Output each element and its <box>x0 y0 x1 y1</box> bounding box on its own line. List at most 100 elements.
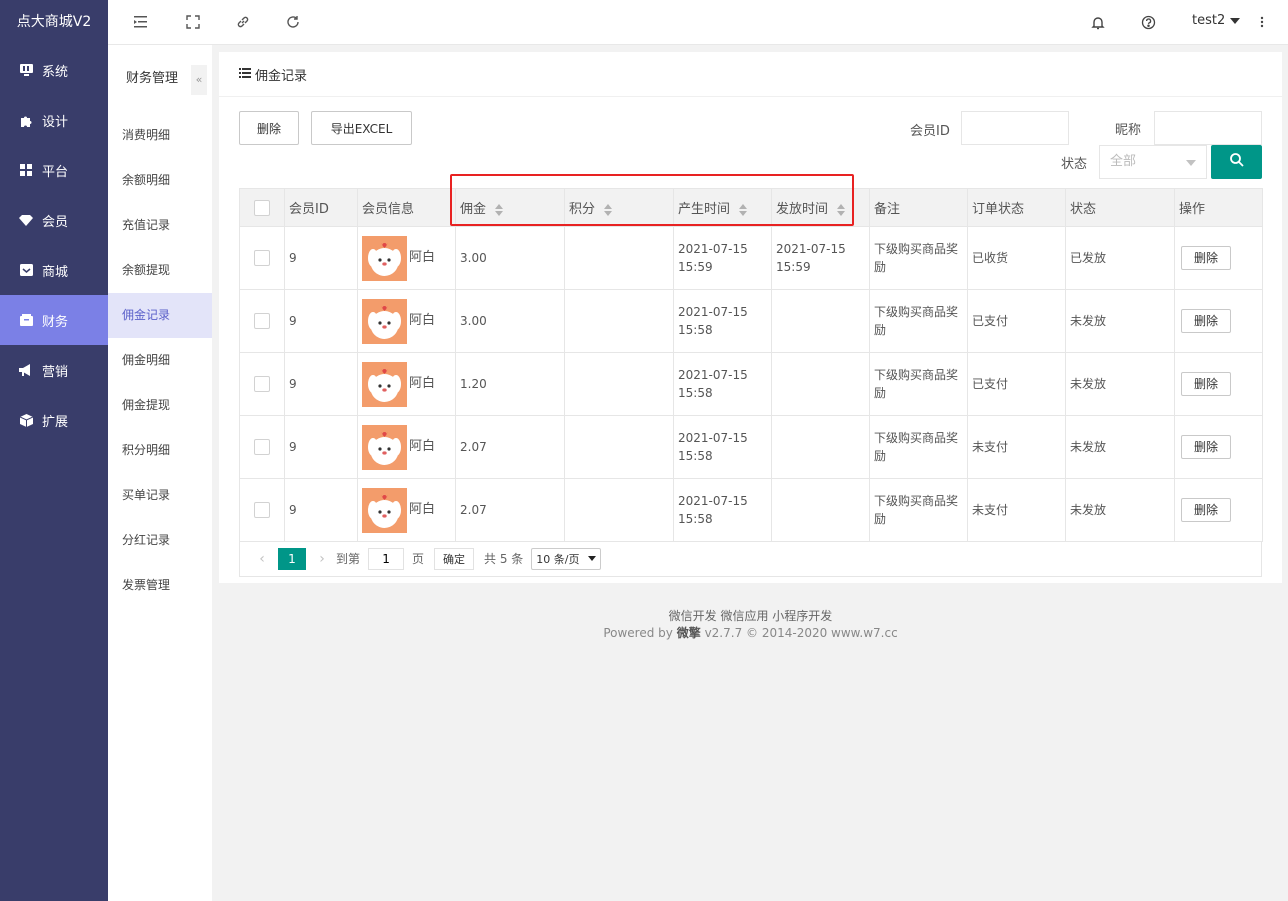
col-points-label: 积分 <box>569 202 596 217</box>
cell-points <box>564 415 674 479</box>
main-sidebar: 点大商城V2 系统设计 平台 会员商城财务 营销 扩展 <box>0 0 108 901</box>
sidebar-item-4[interactable]: 商城 <box>0 245 108 295</box>
avatar <box>362 235 407 281</box>
help-icon[interactable] <box>1139 13 1157 31</box>
sidebar-item-0[interactable]: 系统 <box>0 45 108 95</box>
row-checkbox[interactable] <box>254 502 270 518</box>
row-delete-button[interactable]: 删除 <box>1181 246 1231 270</box>
sidebar-item-label: 系统 <box>42 64 69 80</box>
submenu-item[interactable]: 佣金提现 <box>108 383 212 428</box>
sidebar-item-5[interactable]: 财务 <box>0 295 108 345</box>
more-vertical-icon[interactable] <box>1253 13 1271 31</box>
sidebar-item-7[interactable]: 扩展 <box>0 395 108 445</box>
bell-icon[interactable] <box>1089 13 1107 31</box>
sort-icon[interactable] <box>603 203 613 216</box>
cell-created-time: 2021-07-15 15:58 <box>673 415 772 479</box>
user-menu[interactable]: test2 <box>1192 13 1241 28</box>
sidebar-item-2[interactable]: 平台 <box>0 145 108 195</box>
total-count: 共 5 条 <box>484 552 524 566</box>
row-checkbox[interactable] <box>254 313 270 329</box>
submenu-item[interactable]: 余额提现 <box>108 248 212 293</box>
status-select[interactable]: 全部 <box>1099 145 1207 179</box>
cell-issued-time <box>771 415 870 479</box>
current-page-button[interactable]: 1 <box>278 547 306 570</box>
row-delete-button[interactable]: 删除 <box>1181 309 1231 333</box>
col-issued-time[interactable]: 发放时间 <box>771 188 870 227</box>
submenu-item[interactable]: 佣金记录 <box>108 293 212 338</box>
cell-points <box>564 352 674 416</box>
submenu-item[interactable]: 分红记录 <box>108 518 212 563</box>
fullscreen-icon[interactable] <box>184 13 202 31</box>
cell-member-info: 阿白 <box>357 352 456 416</box>
delete-button[interactable]: 删除 <box>239 111 299 145</box>
member-id-label: 会员ID <box>910 124 950 139</box>
sidebar-item-3[interactable]: 会员 <box>0 195 108 245</box>
search-button[interactable] <box>1211 145 1262 179</box>
member-id-input[interactable] <box>961 111 1069 145</box>
goto-page-input[interactable] <box>368 547 405 570</box>
table-row: 9 阿白 2.07 2021-07-15 15:58 下级购买商品奖励 未支付 未发放 删除 <box>239 478 1263 542</box>
sort-icon[interactable] <box>738 203 748 216</box>
goto-confirm-button[interactable]: 确定 <box>434 547 475 570</box>
sidebar-item-label: 商城 <box>42 264 69 280</box>
row-delete-button[interactable]: 删除 <box>1181 498 1231 522</box>
prev-page-icon[interactable]: ‹ <box>252 551 272 567</box>
brand-logo[interactable]: 点大商城V2 <box>0 0 108 45</box>
next-page-icon[interactable]: › <box>312 551 332 567</box>
submenu-item[interactable]: 发票管理 <box>108 563 212 608</box>
cell-issued-time <box>771 478 870 542</box>
diamond-icon <box>18 212 34 228</box>
cell-commission: 3.00 <box>455 289 565 353</box>
cell-created-time: 2021-07-15 15:58 <box>673 478 772 542</box>
footer-links[interactable]: 微信开发 微信应用 小程序开发 <box>219 608 1282 625</box>
nickname-input[interactable] <box>1154 111 1262 145</box>
sidebar-item-1[interactable]: 设计 <box>0 95 108 145</box>
row-checkbox[interactable] <box>254 439 270 455</box>
footer-brand: 微擎 <box>676 626 701 640</box>
submenu-item[interactable]: 买单记录 <box>108 473 212 518</box>
select-all-cell <box>239 188 285 227</box>
link-icon[interactable] <box>234 13 252 31</box>
cell-created-time: 2021-07-15 15:58 <box>673 289 772 353</box>
select-all-checkbox[interactable] <box>254 199 270 216</box>
collapse-submenu-button[interactable]: « <box>191 65 207 95</box>
col-created-time[interactable]: 产生时间 <box>673 188 772 227</box>
cell-action: 删除 <box>1174 289 1263 353</box>
cell-member-id: 9 <box>284 226 358 290</box>
submenu-item[interactable]: 消费明细 <box>108 113 212 158</box>
cell-issued-time <box>771 352 870 416</box>
submenu-item[interactable]: 佣金明细 <box>108 338 212 383</box>
col-points[interactable]: 积分 <box>564 188 674 227</box>
cell-order-status: 已支付 <box>967 352 1066 416</box>
goto-label: 到第 <box>336 552 361 566</box>
page-title: 佣金记录 <box>255 68 308 84</box>
cell-member-id: 9 <box>284 352 358 416</box>
row-checkbox[interactable] <box>254 376 270 392</box>
nickname-label: 昵称 <box>1115 123 1142 138</box>
submenu-item[interactable]: 积分明细 <box>108 428 212 473</box>
col-commission[interactable]: 佣金 <box>455 188 565 227</box>
row-delete-button[interactable]: 删除 <box>1181 372 1231 396</box>
col-action: 操作 <box>1174 188 1263 227</box>
member-name: 阿白 <box>409 502 436 517</box>
sidebar-item-6[interactable]: 营销 <box>0 345 108 395</box>
cell-order-status: 已支付 <box>967 289 1066 353</box>
sort-icon[interactable] <box>494 203 504 216</box>
megaphone-icon <box>18 362 34 378</box>
row-select-cell <box>239 478 285 542</box>
col-remark: 备注 <box>869 188 968 227</box>
page-size-select[interactable]: 10 条/页 <box>531 547 601 570</box>
refresh-icon[interactable] <box>284 13 302 31</box>
row-checkbox[interactable] <box>254 250 270 266</box>
table-body: 9 阿白 3.00 2021-07-15 15:59 2021-07-15 15:59 下… <box>239 226 1263 542</box>
col-order-status: 订单状态 <box>967 188 1066 227</box>
submenu-item[interactable]: 余额明细 <box>108 158 212 203</box>
cell-member-id: 9 <box>284 289 358 353</box>
col-member-id: 会员ID <box>284 188 358 227</box>
menu-collapse-icon[interactable] <box>133 13 151 31</box>
export-excel-button[interactable]: 导出EXCEL <box>311 111 412 145</box>
submenu-item[interactable]: 充值记录 <box>108 203 212 248</box>
page-footer: 微信开发 微信应用 小程序开发 Powered by 微擎 v2.7.7 © 2… <box>219 608 1282 642</box>
sort-icon[interactable] <box>836 203 846 216</box>
row-delete-button[interactable]: 删除 <box>1181 435 1231 459</box>
